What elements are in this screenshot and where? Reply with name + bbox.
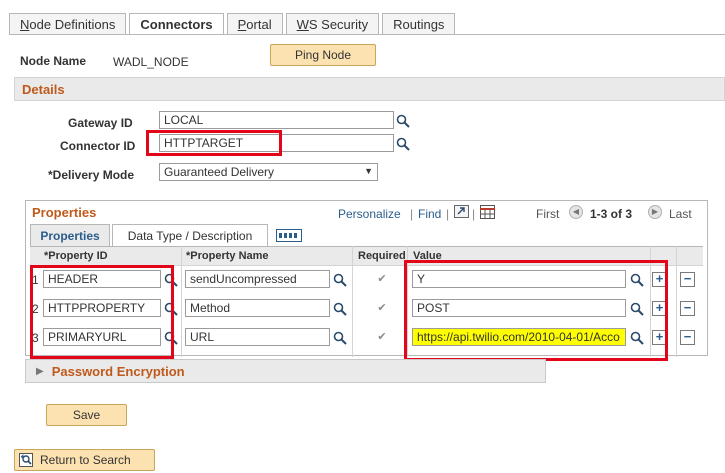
personalize-link[interactable]: Personalize <box>338 207 401 221</box>
page-tabs: Node Definitions Connectors Portal WS Se… <box>9 13 456 35</box>
separator: | <box>472 207 476 221</box>
node-name-value: WADL_NODE <box>113 55 189 69</box>
password-encryption-title: Password Encryption <box>51 363 185 379</box>
separator: | <box>446 207 450 221</box>
row-number: 2 <box>32 302 39 316</box>
delete-row-icon[interactable]: − <box>680 330 695 345</box>
property-id-input[interactable]: PRIMARYURL <box>43 328 161 346</box>
column-required: Required <box>358 250 406 262</box>
save-button[interactable]: Save <box>46 404 127 426</box>
download-grid-icon[interactable] <box>480 205 495 219</box>
details-title: Details <box>22 81 65 97</box>
delivery-mode-label: *Delivery Mode <box>48 168 135 182</box>
column-property-id: *Property ID <box>44 250 108 262</box>
properties-title: Properties <box>32 205 97 220</box>
column-divider <box>407 246 408 357</box>
value-lookup-icon[interactable] <box>630 331 644 345</box>
value-input[interactable]: POST <box>412 299 626 317</box>
add-row-icon[interactable]: + <box>652 301 667 316</box>
row-number: 1 <box>32 273 39 287</box>
details-section-header: Details <box>14 77 725 101</box>
subtab-properties[interactable]: Properties <box>30 224 110 246</box>
property-name-lookup-icon[interactable] <box>333 331 347 345</box>
separator: | <box>410 207 414 221</box>
row-range: 1-3 of 3 <box>590 207 633 221</box>
required-checkbox[interactable]: ✔ <box>376 273 388 285</box>
return-to-search-label: Return to Search <box>40 453 131 467</box>
required-checkbox[interactable]: ✔ <box>376 331 388 343</box>
property-name-input[interactable]: URL <box>185 328 330 346</box>
tab-connectors[interactable]: Connectors <box>129 13 224 35</box>
delete-row-icon[interactable]: − <box>680 272 695 287</box>
required-checkbox[interactable]: ✔ <box>376 302 388 314</box>
property-name-lookup-icon[interactable] <box>333 302 347 316</box>
connector-id-label: Connector ID <box>60 139 136 153</box>
column-divider <box>352 246 353 357</box>
add-row-icon[interactable]: + <box>652 330 667 345</box>
last-label: Last <box>669 207 692 221</box>
tab-node-definitions[interactable]: Node Definitions <box>9 13 127 34</box>
column-divider <box>181 246 182 357</box>
value-input[interactable]: Y <box>412 270 626 288</box>
previous-row-icon[interactable]: ◀ <box>569 205 583 219</box>
property-id-input[interactable]: HTTPPROPERTY <box>43 299 161 317</box>
return-to-search-button[interactable]: Return to Search <box>14 449 155 471</box>
delete-row-icon[interactable]: − <box>680 301 695 316</box>
property-id-lookup-icon[interactable] <box>164 302 178 316</box>
value-lookup-icon[interactable] <box>630 302 644 316</box>
dropdown-arrow-icon: ▼ <box>364 166 373 176</box>
find-link[interactable]: Find <box>418 207 441 221</box>
tab-portal[interactable]: Portal <box>226 13 283 34</box>
tab-divider <box>9 34 725 35</box>
gateway-id-input[interactable]: LOCAL <box>159 111 394 129</box>
delivery-mode-value: Guaranteed Delivery <box>164 165 275 179</box>
property-name-lookup-icon[interactable] <box>333 273 347 287</box>
value-lookup-icon[interactable] <box>630 273 644 287</box>
column-divider <box>676 246 677 357</box>
connector-id-input[interactable]: HTTPTARGET <box>159 134 394 152</box>
show-all-columns-icon[interactable] <box>276 229 302 242</box>
gateway-id-label: Gateway ID <box>68 116 133 130</box>
expand-triangle-icon: ▶ <box>36 365 44 377</box>
property-id-input[interactable]: HEADER <box>43 270 161 288</box>
ping-node-button[interactable]: Ping Node <box>270 44 376 66</box>
view-all-icon[interactable] <box>454 205 469 218</box>
subtab-data-type[interactable]: Data Type / Description <box>112 224 268 246</box>
gateway-lookup-icon[interactable] <box>396 114 410 128</box>
next-row-icon[interactable]: ▶ <box>648 205 662 219</box>
node-name-label: Node Name <box>20 54 87 68</box>
value-input[interactable]: https://api.twilio.com/2010-04-01/Acco <box>412 328 626 346</box>
property-id-lookup-icon[interactable] <box>164 273 178 287</box>
delivery-mode-select[interactable]: Guaranteed Delivery ▼ <box>159 163 378 181</box>
column-divider <box>650 246 651 357</box>
row-number: 3 <box>32 331 39 345</box>
return-search-icon <box>19 453 35 467</box>
column-property-name: *Property Name <box>186 250 269 262</box>
property-name-input[interactable]: sendUncompressed <box>185 270 330 288</box>
column-value: Value <box>413 250 442 262</box>
add-row-icon[interactable]: + <box>652 272 667 287</box>
property-id-lookup-icon[interactable] <box>164 331 178 345</box>
tab-routings[interactable]: Routings <box>382 13 456 34</box>
tab-ws-security[interactable]: WS Security <box>285 13 380 34</box>
connector-lookup-icon[interactable] <box>396 137 410 151</box>
first-label: First <box>536 207 560 221</box>
password-encryption-section[interactable]: ▶ Password Encryption <box>25 359 546 383</box>
property-name-input[interactable]: Method <box>185 299 330 317</box>
